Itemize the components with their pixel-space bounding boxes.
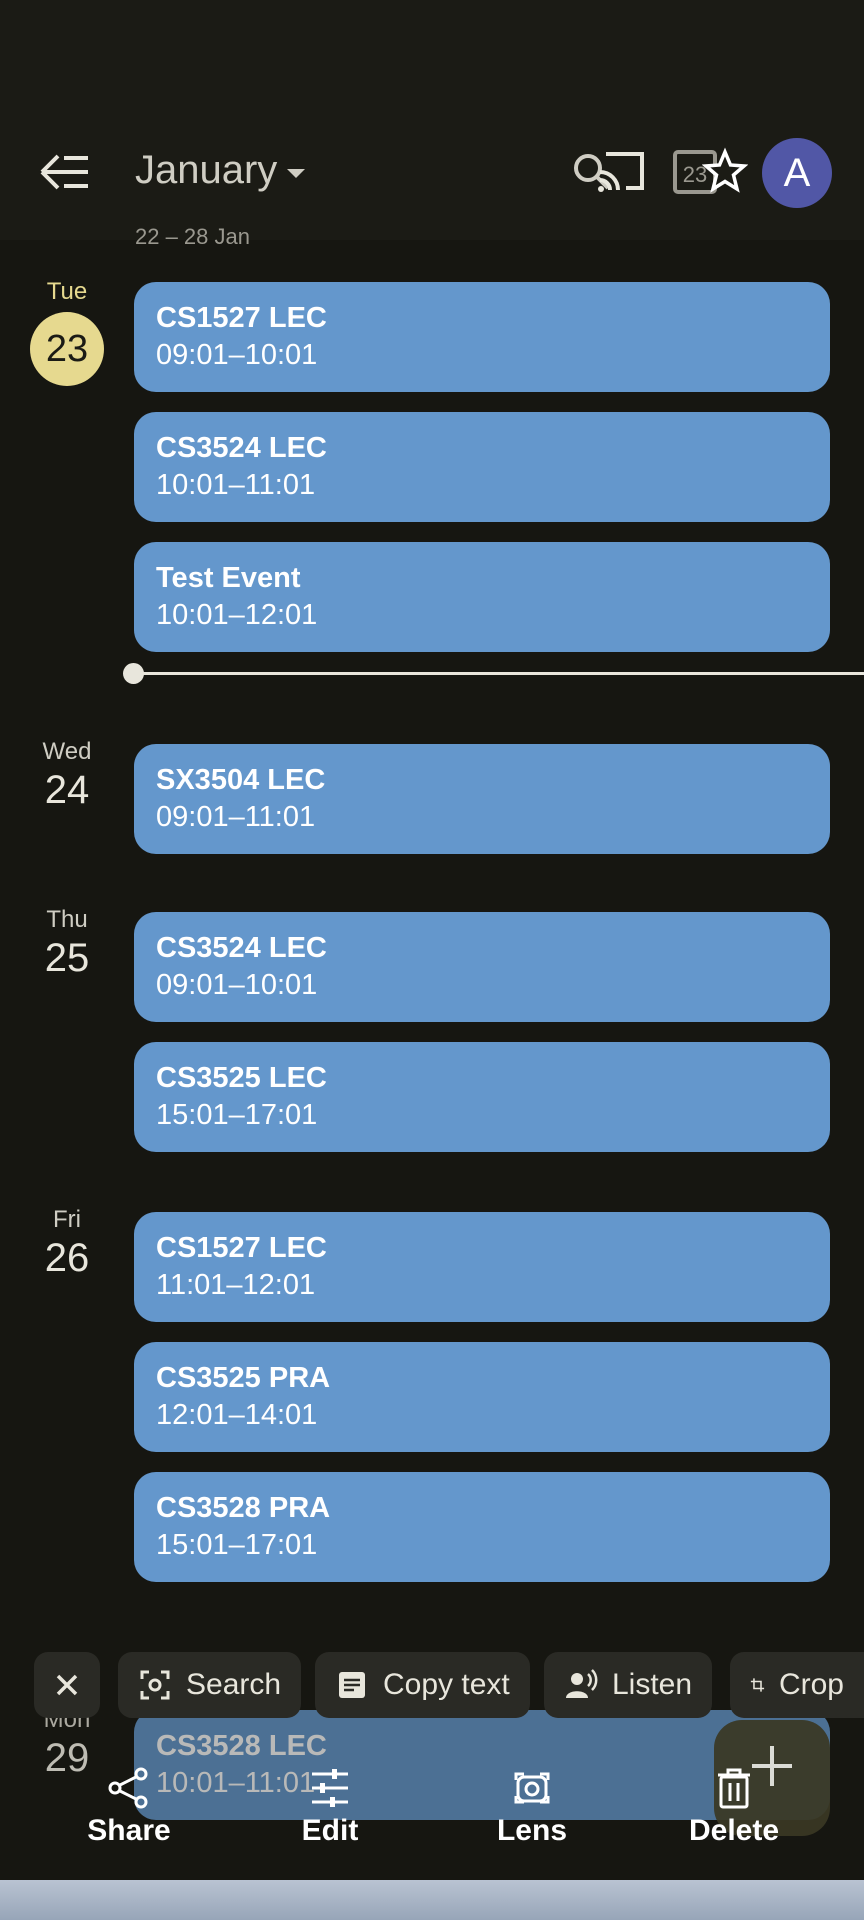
month-label: January — [135, 148, 278, 192]
event-title: CS1527 LEC — [156, 302, 327, 334]
event-card[interactable]: Test Event 10:01–12:01 — [134, 542, 830, 652]
day-header-fri-26[interactable]: Fri 26 — [20, 1206, 114, 1281]
event-title: CS3528 LEC — [156, 1730, 327, 1762]
event-time: 10:01–12:01 — [156, 599, 318, 631]
lens-button[interactable]: Lens — [462, 1760, 602, 1848]
edit-button[interactable]: Edit — [260, 1760, 400, 1848]
event-time: 09:01–11:01 — [156, 801, 316, 833]
event-title: Test Event — [156, 562, 301, 594]
day-of-week: Tue — [46, 278, 88, 305]
week-range-label: 22 – 28 Jan — [135, 224, 250, 246]
event-card[interactable]: CS3528 PRA 15:01–17:01 — [134, 1472, 830, 1582]
day-header-thu-25[interactable]: Thu 25 — [20, 906, 114, 981]
event-title: CS3524 LEC — [156, 432, 327, 464]
event-time: 11:01–12:01 — [156, 1269, 316, 1301]
event-time: 09:01–10:01 — [156, 969, 318, 1001]
event-time: 15:01–17:01 — [156, 1099, 318, 1131]
close-chip-button[interactable] — [34, 1652, 100, 1718]
copy-text-chip-button[interactable]: Copy text — [315, 1652, 530, 1718]
delete-button[interactable]: Delete — [664, 1760, 804, 1848]
lens-search-icon — [140, 1670, 170, 1700]
share-button[interactable]: Share — [59, 1760, 199, 1848]
listen-chip-button[interactable]: Listen — [544, 1652, 713, 1718]
event-time: 09:01–10:01 — [156, 339, 318, 371]
month-selector[interactable]: January — [135, 148, 306, 193]
day-of-week: Wed — [42, 738, 92, 765]
share-label: Share — [87, 1814, 171, 1847]
crop-chip-label: Crop — [778, 1668, 844, 1701]
event-title: CS3524 LEC — [156, 932, 327, 964]
day-number: 25 — [44, 936, 90, 980]
listen-icon — [566, 1669, 598, 1698]
lens-icon — [514, 1772, 550, 1804]
event-title: CS1527 LEC — [156, 1232, 327, 1264]
current-time-dot — [123, 663, 144, 684]
dropdown-caret-icon — [287, 169, 306, 178]
event-card[interactable]: CS3525 PRA 12:01–14:01 — [134, 1342, 830, 1452]
listen-chip-label: Listen — [612, 1668, 693, 1701]
event-title: SX3504 LEC — [156, 764, 326, 796]
close-icon — [56, 1674, 78, 1696]
search-chip-label: Search — [186, 1668, 282, 1701]
avatar[interactable]: A — [762, 138, 832, 208]
search-chip-button[interactable]: Search — [118, 1652, 302, 1718]
copy-text-chip-label: Copy text — [383, 1668, 510, 1701]
event-title: CS3528 PRA — [156, 1492, 331, 1524]
screenshot-action-bar: Share Edit Lens Delete — [0, 1760, 864, 1880]
crop-icon — [750, 1678, 765, 1692]
app-bar: January 23 A — [0, 118, 864, 224]
day-header-tue-23[interactable]: Tue 23 — [20, 278, 114, 386]
trash-icon — [718, 1768, 750, 1809]
day-header-wed-24[interactable]: Wed 24 — [20, 738, 114, 813]
tune-icon — [312, 1769, 348, 1807]
day-number: 26 — [44, 1236, 90, 1280]
cast-icon[interactable] — [596, 146, 648, 198]
event-time: 15:01–17:01 — [156, 1529, 318, 1561]
document-icon — [339, 1672, 365, 1698]
event-card[interactable]: SX3504 LEC 09:01–11:01 — [134, 744, 830, 854]
event-card[interactable]: CS3524 LEC 09:01–10:01 — [134, 912, 830, 1022]
event-time: 12:01–14:01 — [156, 1399, 318, 1431]
crop-chip-button[interactable]: Crop — [730, 1652, 864, 1718]
day-number-today: 23 — [30, 312, 104, 386]
current-time-line — [134, 672, 864, 675]
lens-label: Lens — [496, 1814, 568, 1847]
event-card[interactable]: CS1527 LEC 09:01–10:01 — [134, 282, 830, 392]
share-icon — [108, 1767, 148, 1809]
day-of-week: Thu — [46, 906, 88, 933]
edit-label: Edit — [301, 1814, 359, 1847]
event-card[interactable]: CS1527 LEC 11:01–12:01 — [134, 1212, 830, 1322]
day-number: 24 — [44, 768, 90, 812]
event-title: CS3525 PRA — [156, 1362, 331, 1394]
star-icon[interactable] — [702, 146, 748, 198]
event-time: 10:01–11:01 — [156, 469, 316, 501]
event-title: CS3525 LEC — [156, 1062, 327, 1094]
event-card[interactable]: CS3525 LEC 15:01–17:01 — [134, 1042, 830, 1152]
day-of-week: Fri — [53, 1206, 81, 1233]
wallpaper-strip — [0, 1880, 864, 1920]
delete-label: Delete — [688, 1814, 780, 1847]
event-card[interactable]: CS3524 LEC 10:01–11:01 — [134, 412, 830, 522]
back-icon[interactable] — [38, 150, 94, 194]
